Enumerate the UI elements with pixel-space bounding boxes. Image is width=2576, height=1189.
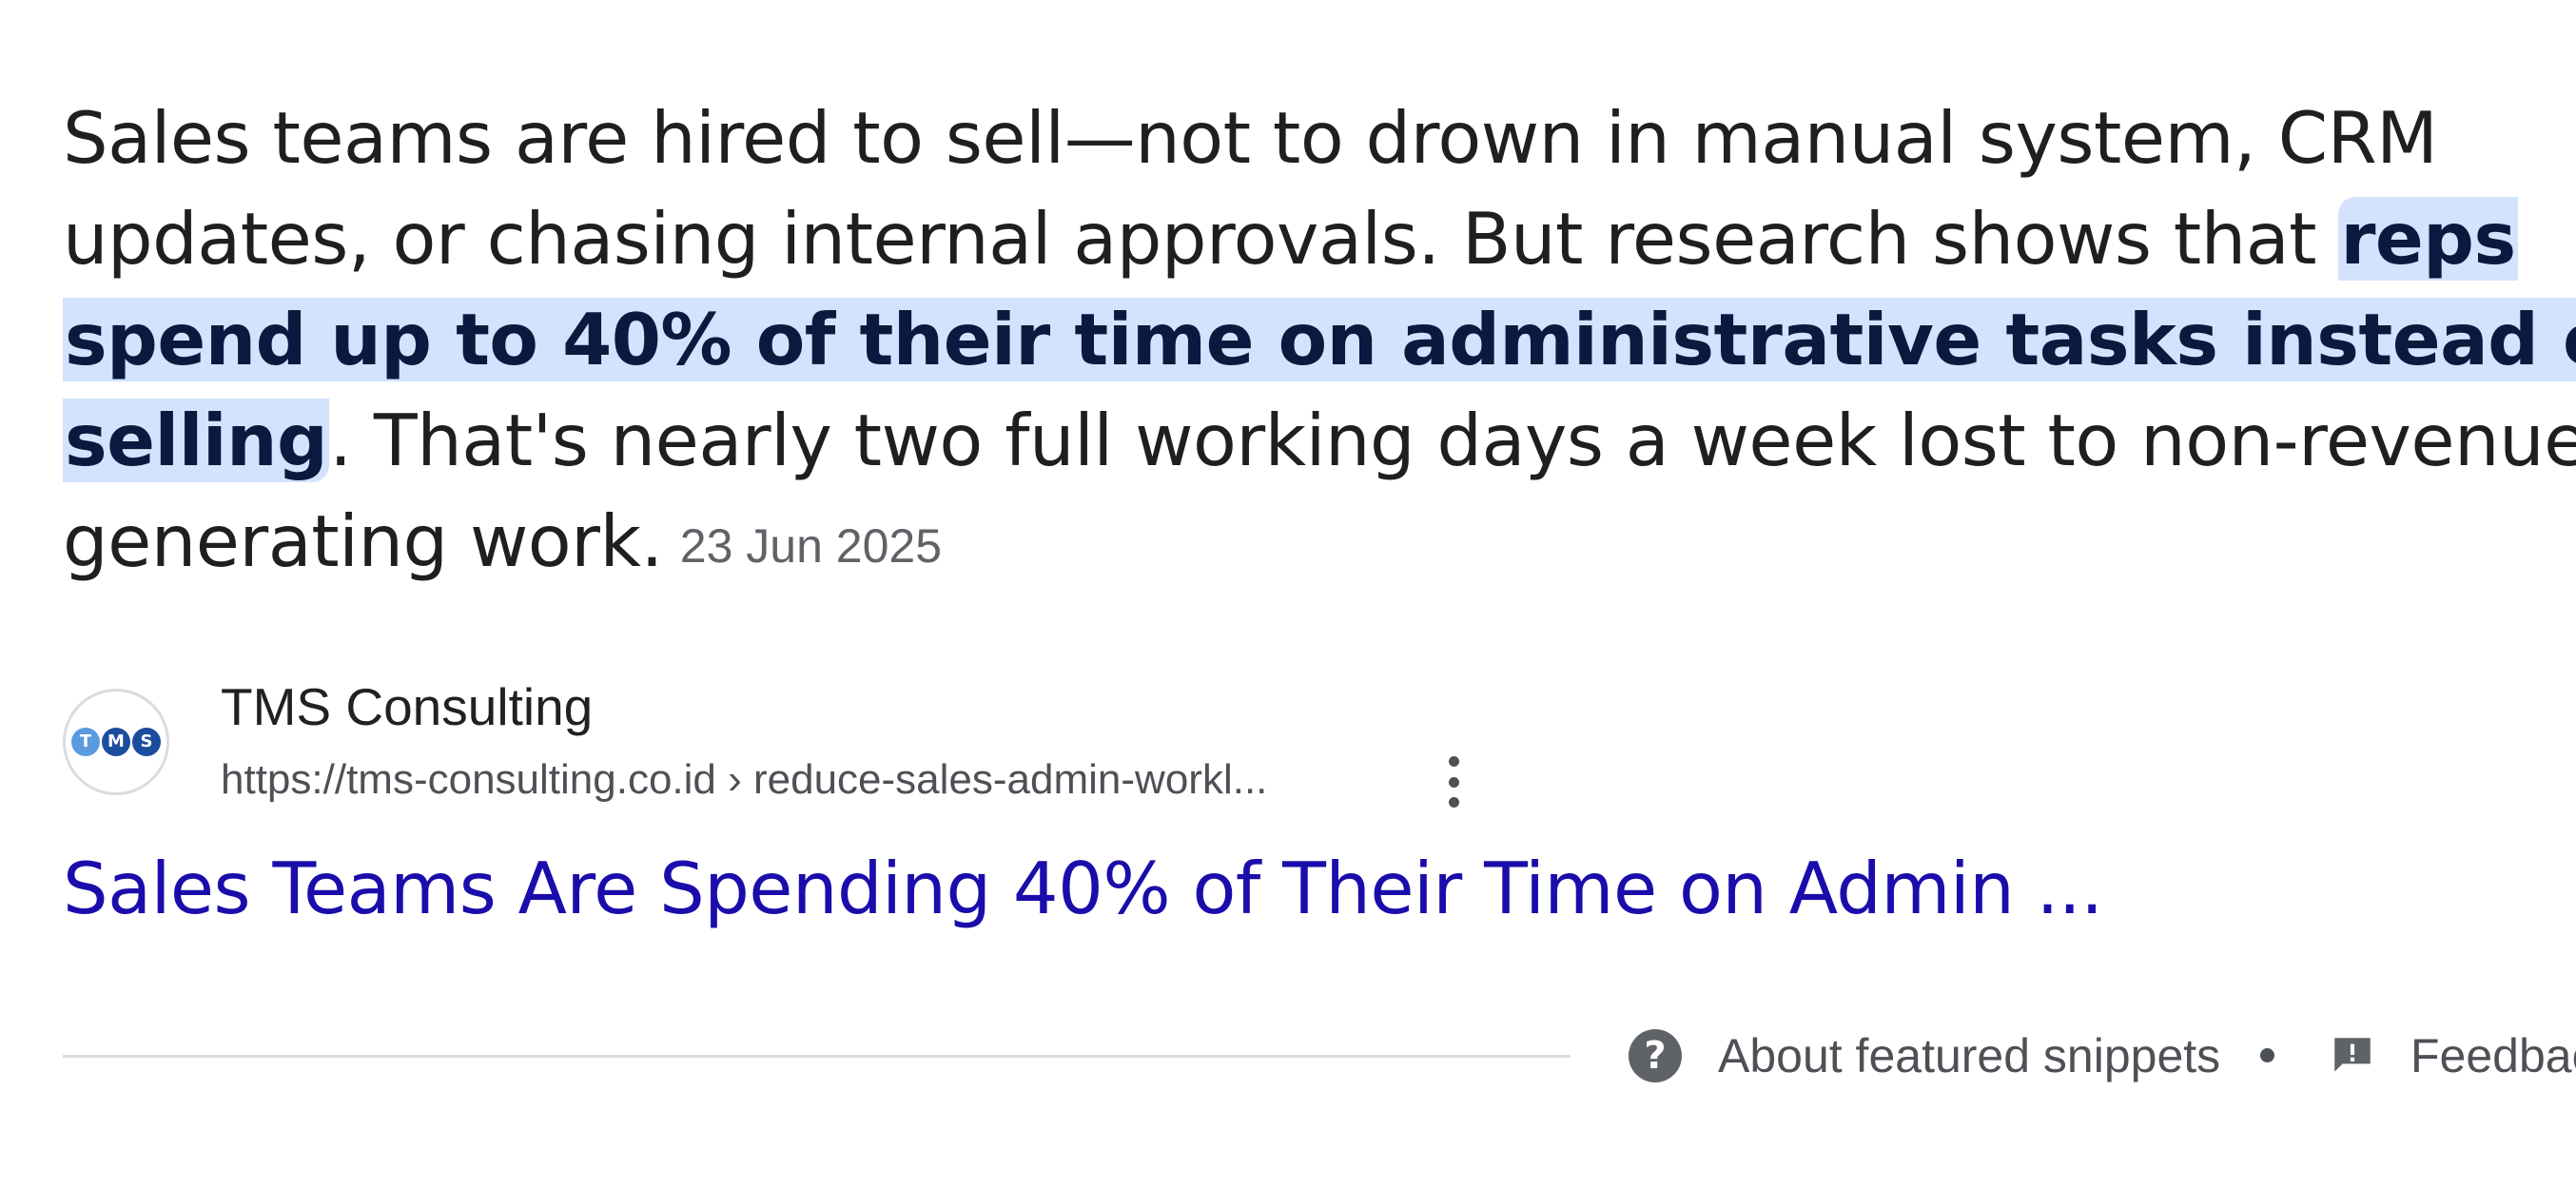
snippet-text: . That's nearly two full working days a … [329,399,2576,482]
snippet-date: 23 Jun 2025 [679,519,943,573]
about-featured-snippets-link[interactable]: About featured snippets [1718,1025,2220,1086]
logo-letter-s: S [132,728,161,756]
feedback-link[interactable]: Feedback [2410,1025,2576,1086]
snippet-highlight: selling [63,399,330,482]
feedback-icon[interactable] [2329,1032,2376,1080]
snippet-highlight: spend up to 40% of their time on adminis… [63,298,2576,381]
result-title-link[interactable]: Sales Teams Are Spending 40% of Their Ti… [63,841,2103,936]
snippet-line-3: spend up to 40% of their time on adminis… [63,289,2576,390]
snippet-line-1: Sales teams are hired to sell—not to dro… [63,96,2438,180]
snippet-text: generating work. [63,499,663,583]
snippet-line-2: updates, or chasing internal approvals. … [63,188,2576,289]
featured-snippet-text: Sales teams are hired to sell—not to dro… [63,88,2576,592]
site-name[interactable]: TMS Consulting [221,673,593,740]
snippet-text: updates, or chasing internal approvals. … [63,197,2339,281]
separator-dot [2260,1048,2274,1062]
help-circle-icon[interactable]: ? [1629,1029,1682,1082]
logo-letter-t: T [71,728,100,756]
dot [1448,776,1459,788]
snippet-line-5: generating work. 23 Jun 2025 [63,491,2576,592]
more-vert-icon[interactable] [1432,753,1475,810]
dot [1448,756,1459,767]
divider [63,1055,1571,1058]
snippet-line-4: selling. That's nearly two full working … [63,390,2576,491]
site-url-breadcrumb[interactable]: https://tms-consulting.co.id › reduce-sa… [221,751,1267,809]
dot [1448,797,1459,808]
snippet-highlight: reps [2338,197,2518,281]
site-favicon[interactable]: T M S [63,689,169,795]
logo-letter-m: M [102,728,130,756]
